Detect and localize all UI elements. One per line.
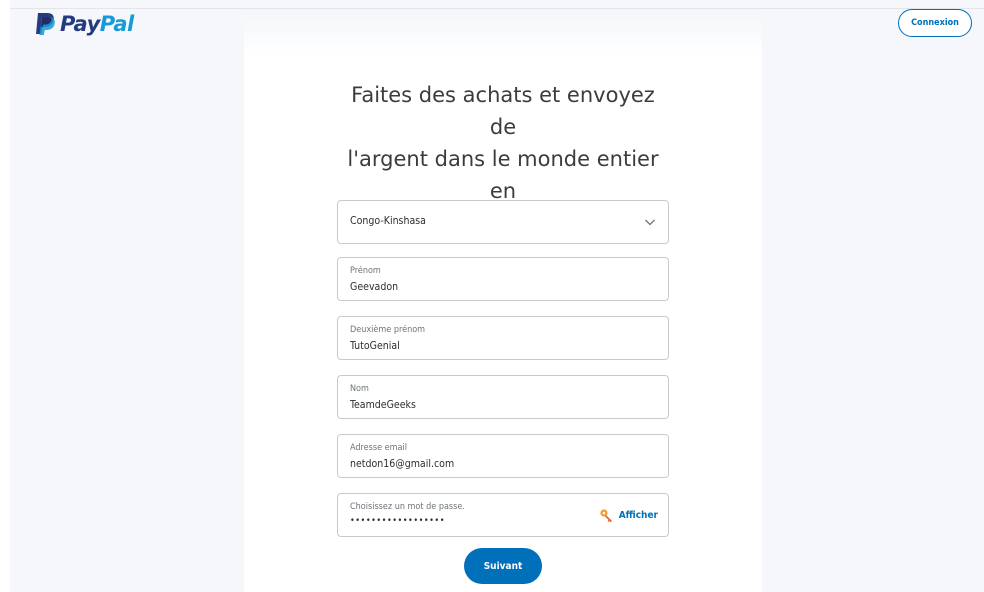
password-value: •••••••••••••••••• [350, 516, 445, 526]
card-top-band [244, 9, 762, 57]
middle-name-label: Deuxième prénom [350, 325, 426, 335]
first-name-label: Prénom [350, 266, 381, 276]
show-password-toggle[interactable]: Afficher [599, 508, 658, 523]
email-value: netdon16@gmail.com [350, 458, 455, 470]
middle-name-value: TutoGenial [350, 340, 400, 352]
logo-pal: Pal [99, 12, 134, 36]
password-label: Choisissez un mot de passe. [350, 502, 465, 512]
logo-pay: Pay [60, 12, 100, 36]
last-name-label: Nom [350, 384, 369, 394]
next-button[interactable]: Suivant [464, 548, 542, 584]
first-name-value: Geevadon [350, 281, 399, 293]
paypal-logo[interactable]: PayPal [34, 12, 134, 36]
page-margin [0, 0, 10, 592]
login-button[interactable]: Connexion [898, 9, 972, 37]
paypal-p-icon [36, 13, 55, 35]
password-field[interactable]: Choisissez un mot de passe. ••••••••••••… [337, 493, 669, 537]
email-label: Adresse email [350, 443, 407, 453]
chevron-down-icon [645, 219, 655, 226]
email-field[interactable]: Adresse email netdon16@gmail.com [337, 434, 669, 478]
last-name-value: TeamdeGeeks [350, 399, 416, 411]
show-password-label: Afficher [618, 510, 658, 521]
paypal-wordmark: PayPal [60, 12, 134, 36]
country-value: Congo-Kinshasa [350, 215, 426, 227]
last-name-field[interactable]: Nom TeamdeGeeks [337, 375, 669, 419]
key-icon [600, 509, 612, 523]
country-select[interactable]: Congo-Kinshasa [337, 200, 669, 244]
first-name-field[interactable]: Prénom Geevadon [337, 257, 669, 301]
middle-name-field[interactable]: Deuxième prénom TutoGenial [337, 316, 669, 360]
signup-card: Faites des achats et envoyez de l'argent… [244, 9, 762, 592]
